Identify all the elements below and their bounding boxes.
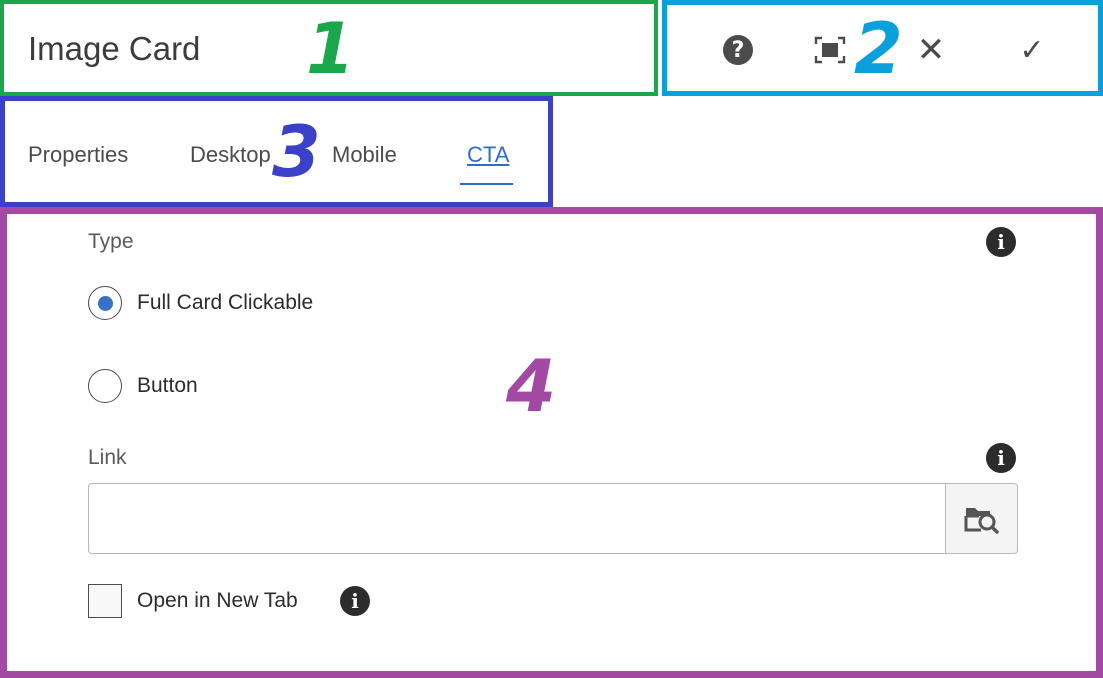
annotation-marker-4: 4 [506, 344, 557, 428]
info-icon[interactable]: i [986, 443, 1016, 473]
open-in-new-tab-row[interactable]: Open in New Tab [88, 584, 298, 618]
radio-circle[interactable] [88, 286, 122, 320]
active-tab-indicator [460, 183, 513, 185]
annotation-marker-1: 1 [306, 8, 355, 90]
dialog-title: Image Card [28, 30, 201, 67]
fullscreen-icon [814, 36, 846, 64]
tab-mobile[interactable]: Mobile [332, 142, 397, 168]
annotation-marker-2: 2 [854, 8, 903, 90]
type-label: Type [88, 230, 134, 253]
tab-desktop[interactable]: Desktop [190, 142, 271, 168]
radio-button-option[interactable]: Button [88, 369, 198, 403]
folder-search-icon [964, 507, 999, 534]
info-icon[interactable]: i [340, 586, 370, 616]
checkmark-icon: ✓ [1019, 32, 1045, 68]
done-button[interactable]: ✓ [1013, 30, 1051, 70]
radio-label: Button [137, 374, 198, 397]
open-in-new-tab-checkbox[interactable] [88, 584, 122, 618]
close-button[interactable]: ✕ [912, 30, 950, 70]
browse-path-button[interactable] [945, 483, 1018, 554]
radio-circle[interactable] [88, 369, 122, 403]
question-circle-icon: ? [723, 35, 753, 65]
tab-cta[interactable]: CTA [467, 142, 509, 168]
checkbox-label: Open in New Tab [137, 589, 298, 612]
annotation-marker-3: 3 [272, 111, 321, 193]
link-input[interactable] [88, 483, 946, 554]
radio-selected-dot [97, 295, 113, 311]
tab-properties[interactable]: Properties [28, 142, 128, 168]
radio-label: Full Card Clickable [137, 291, 314, 314]
close-icon: ✕ [916, 30, 946, 70]
radio-full-card-clickable[interactable]: Full Card Clickable [88, 286, 313, 320]
fullscreen-button[interactable] [811, 32, 849, 68]
link-label: Link [88, 446, 127, 469]
help-button[interactable]: ? [720, 32, 756, 68]
info-icon[interactable]: i [986, 227, 1016, 257]
